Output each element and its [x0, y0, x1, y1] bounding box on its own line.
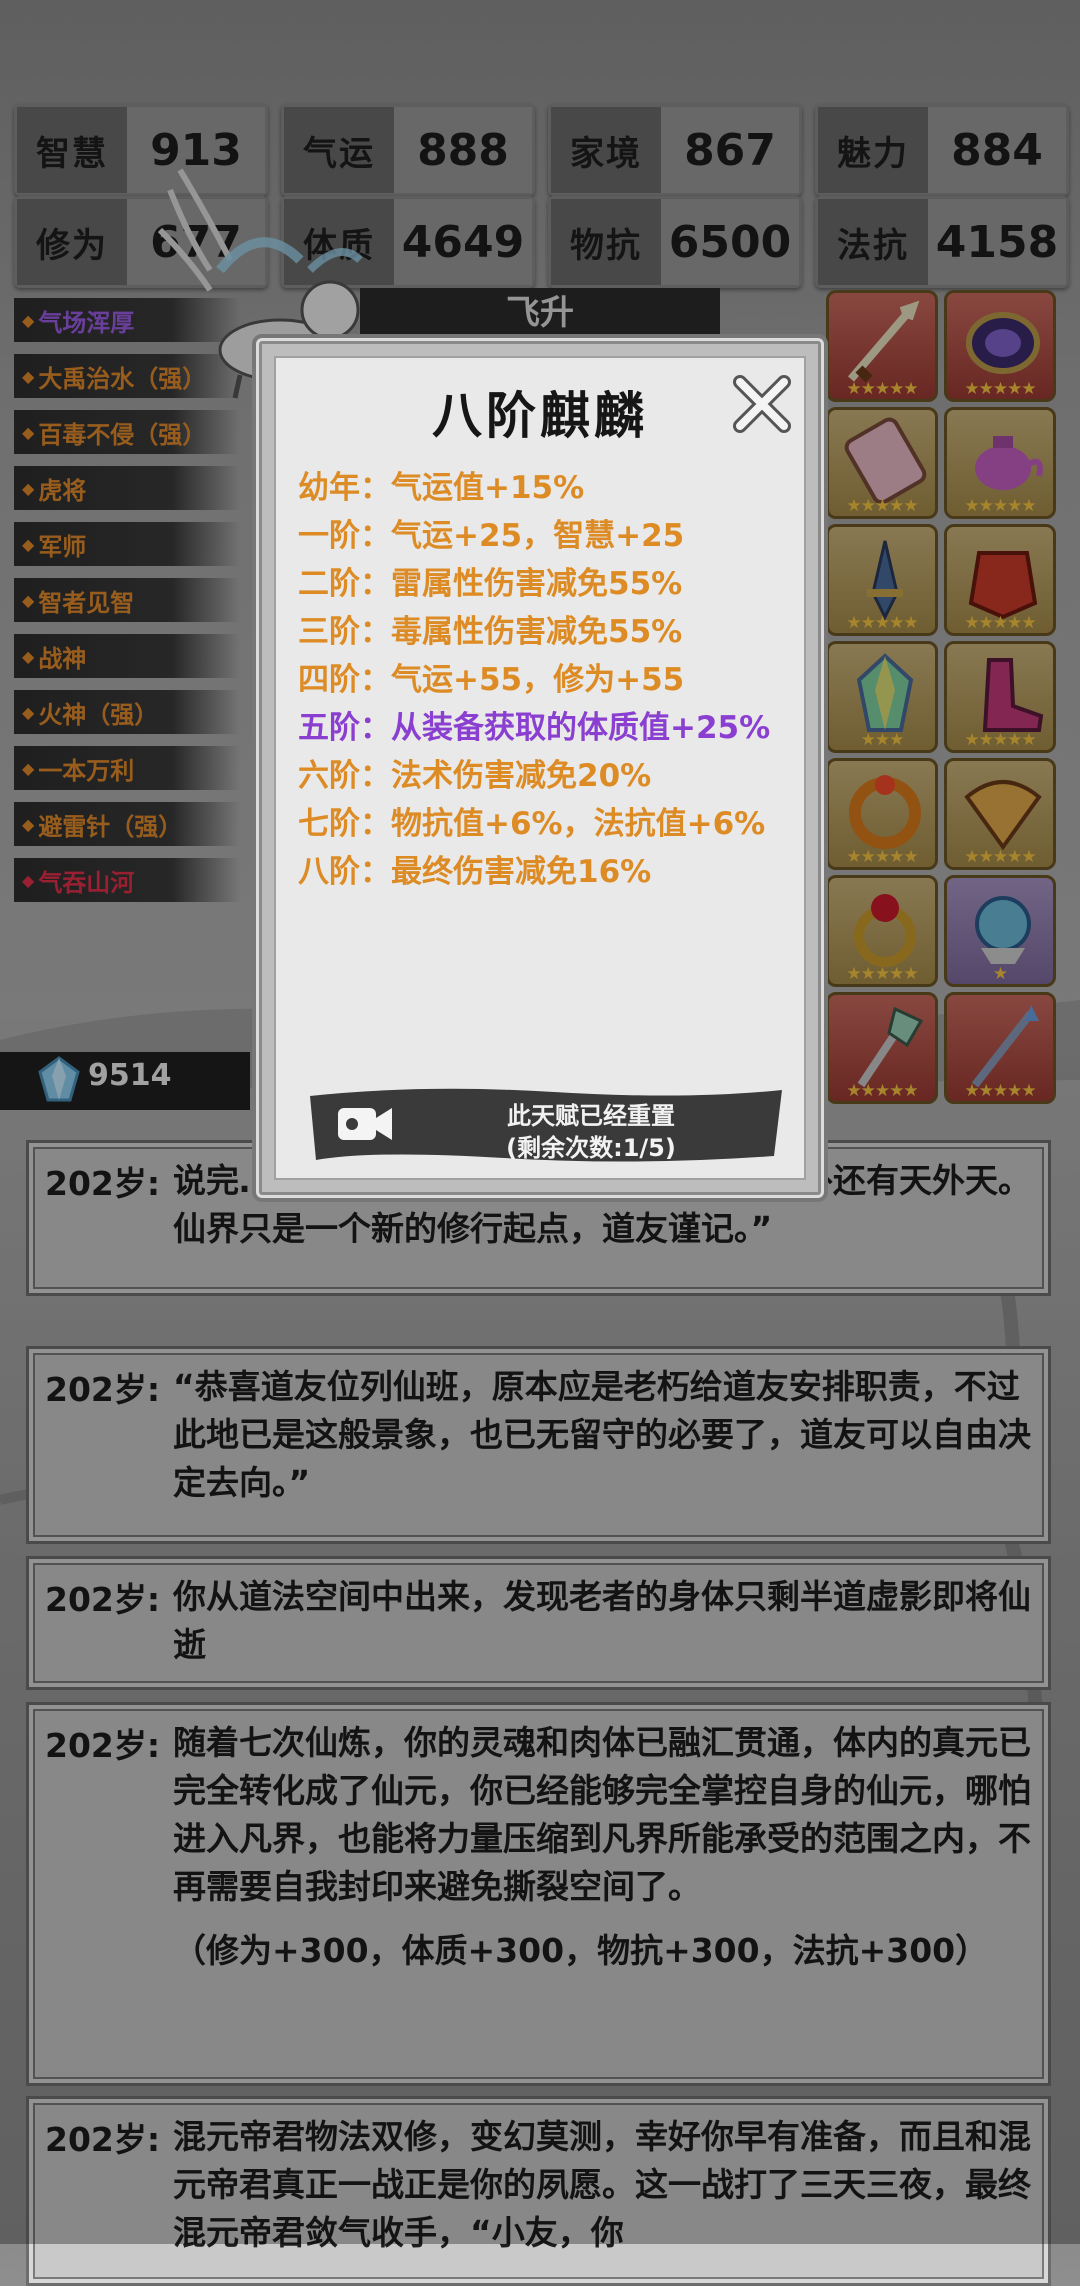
talent-effect-list: 幼年：气运值+15% 一阶：气运+25，智慧+25 二阶：雷属性伤害减免55% …	[298, 464, 794, 896]
talent-detail-dialog: 八阶麒麟 幼年：气运值+15% 一阶：气运+25，智慧+25 二阶：雷属性伤害减…	[252, 334, 828, 1202]
effect-line: 六阶：法术伤害减免20%	[298, 758, 652, 794]
effect-line: 五阶：从装备获取的体质值+25%	[298, 710, 771, 746]
effect-line: 四阶：气运+55，修为+55	[298, 662, 685, 698]
effect-line: 一阶：气运+25，智慧+25	[298, 518, 685, 554]
video-camera-icon	[338, 1108, 392, 1140]
effect-line: 二阶：雷属性伤害减免55%	[298, 566, 683, 602]
reset-remaining-text: (剩余次数:1/5)	[506, 1134, 676, 1162]
effect-line: 七阶：物抗值+6%，法抗值+6%	[298, 806, 766, 842]
close-icon[interactable]	[730, 372, 794, 436]
effect-line: 幼年：气运值+15%	[298, 470, 585, 506]
effect-line: 三阶：毒属性伤害减免55%	[298, 614, 683, 650]
reset-talent-button[interactable]: 此天赋已经重置 (剩余次数:1/5)	[304, 1082, 788, 1166]
effect-line: 八阶：最终伤害减免16%	[298, 854, 652, 890]
reset-status-text: 此天赋已经重置	[507, 1102, 675, 1130]
